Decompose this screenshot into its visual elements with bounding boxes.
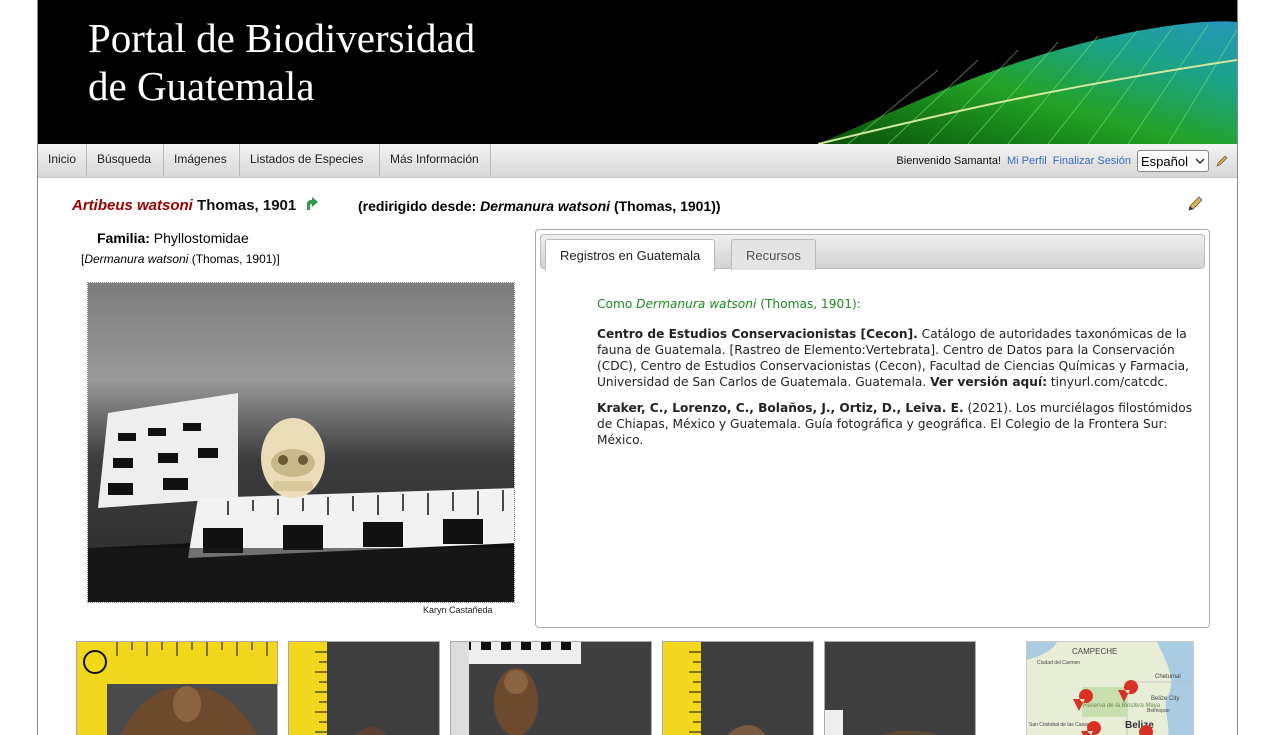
map-label-chetumal: Chetumal: [1155, 674, 1181, 680]
parent-taxon-arrow-icon[interactable]: [304, 196, 320, 212]
como-author: (Thomas, 1901):: [756, 297, 861, 311]
reference-kraker: Kraker, C., Lorenzo, C., Bolaños, J., Or…: [597, 400, 1209, 448]
distribution-map[interactable]: CAMPECHE Ciudad del Carmen Chetumal Beli…: [1026, 641, 1194, 735]
map-label-carmen: Ciudad del Carmen: [1037, 660, 1080, 666]
tab-bar: Registros en Guatemala Recursos: [540, 234, 1205, 271]
skull-photo: [88, 283, 514, 602]
map-label-san-cristobal: San Cristobal de las Casas: [1029, 722, 1090, 728]
ref2-author: Kraker, C., Lorenzo, C., Bolaños, J., Or…: [597, 401, 964, 415]
welcome-text: Bienvenido Samanta!: [896, 155, 1001, 167]
nav-busqueda[interactable]: Búsqueda: [87, 144, 164, 176]
thumbnail-1[interactable]: [76, 641, 278, 735]
map-label-reserva: Reserva de la Biosfera Maya: [1083, 703, 1161, 709]
ref1-link-label: Ver versión aquí:: [930, 375, 1047, 389]
map-image: CAMPECHE Ciudad del Carmen Chetumal Beli…: [1027, 642, 1193, 735]
thumbnail-5[interactable]: [824, 641, 976, 735]
language-select[interactable]: Español: [1137, 150, 1209, 172]
site-title-line2: de Guatemala: [88, 63, 315, 109]
site-banner[interactable]: Portal de Biodiversidad de Guatemala Fli…: [38, 0, 1237, 144]
thumbnail-5-image: [825, 642, 975, 735]
thumbnail-3-image: [451, 642, 651, 735]
language-value: Español: [1141, 153, 1188, 169]
nav-mas-informacion[interactable]: Más Información: [380, 144, 491, 176]
ref1-author: Centro de Estudios Conservacionistas [Ce…: [597, 327, 918, 341]
profile-link[interactable]: Mi Perfil: [1007, 155, 1047, 167]
redirect-prefix: (redirigido desde:: [358, 198, 481, 214]
synonym-author: (Thomas, 1901)]: [188, 252, 280, 266]
user-menu: Bienvenido Samanta! Mi Perfil Finalizar …: [896, 149, 1229, 173]
tab-recursos[interactable]: Recursos: [731, 239, 816, 270]
records-panel: Registros en Guatemala Recursos Como Der…: [535, 229, 1210, 628]
synonym-name: Dermanura watsoni: [84, 252, 189, 266]
logout-link[interactable]: Finalizar Sesión: [1053, 155, 1131, 167]
thumbnail-1-image: [77, 642, 277, 735]
page: Portal de Biodiversidad de Guatemala Fli…: [37, 0, 1238, 735]
como-prefix: Como: [597, 297, 637, 311]
main-navbar: Inicio Búsqueda Imágenes Listados de Esp…: [38, 144, 1237, 178]
como-line: Como Dermanura watsoni (Thomas, 1901):: [597, 296, 1209, 312]
thumbnail-4-image: [663, 642, 813, 735]
map-label-campeche: CAMPECHE: [1072, 647, 1117, 656]
thumbnail-2-image: [289, 642, 439, 735]
tab-registros-guatemala[interactable]: Registros en Guatemala: [545, 239, 716, 271]
photo-credit: Karyn Castañeda: [423, 605, 493, 615]
site-title[interactable]: Portal de Biodiversidad de Guatemala: [88, 14, 475, 110]
nav-inicio[interactable]: Inicio: [38, 144, 87, 176]
scientific-name: Artibeus watsoni: [72, 197, 193, 214]
thumbnail-4[interactable]: [662, 641, 814, 735]
pencil-icon[interactable]: [1215, 154, 1229, 168]
redirect-name: Dermanura watsoni: [480, 198, 611, 214]
map-label-belize-city: Belize City: [1151, 696, 1179, 702]
ref1-link[interactable]: tinyurl.com/catcdc.: [1047, 375, 1168, 389]
quetzal-feather-image: [818, 0, 1237, 144]
family-label: Familia:: [97, 230, 150, 246]
chevron-down-icon: [1195, 158, 1205, 165]
como-name: Dermanura watsoni: [636, 297, 757, 311]
thumbnail-3[interactable]: [450, 641, 652, 735]
family-line: Familia: Phyllostomidae: [97, 230, 249, 246]
family-value: Phyllostomidae: [153, 230, 249, 246]
reference-cecon: Centro de Estudios Conservacionistas [Ce…: [597, 326, 1209, 390]
thumbnail-2[interactable]: [288, 641, 440, 735]
nav-imagenes[interactable]: Imágenes: [164, 144, 240, 176]
taxon-author: Thomas, 1901: [197, 197, 297, 214]
records-content: Como Dermanura watsoni (Thomas, 1901): C…: [597, 296, 1209, 458]
site-title-line1: Portal de Biodiversidad: [88, 15, 476, 61]
redirect-notice: (redirigido desde: Dermanura watsoni (Th…: [358, 198, 721, 214]
taxon-title: Artibeus watsoni Thomas, 1901: [72, 196, 320, 214]
main-species-photo[interactable]: [87, 282, 515, 603]
redirect-author: (Thomas, 1901)): [610, 198, 721, 214]
edit-pencil-icon[interactable]: [1186, 195, 1204, 213]
synonym-line: [Dermanura watsoni (Thomas, 1901)]: [81, 252, 280, 266]
nav-listados[interactable]: Listados de Especies: [240, 144, 380, 176]
